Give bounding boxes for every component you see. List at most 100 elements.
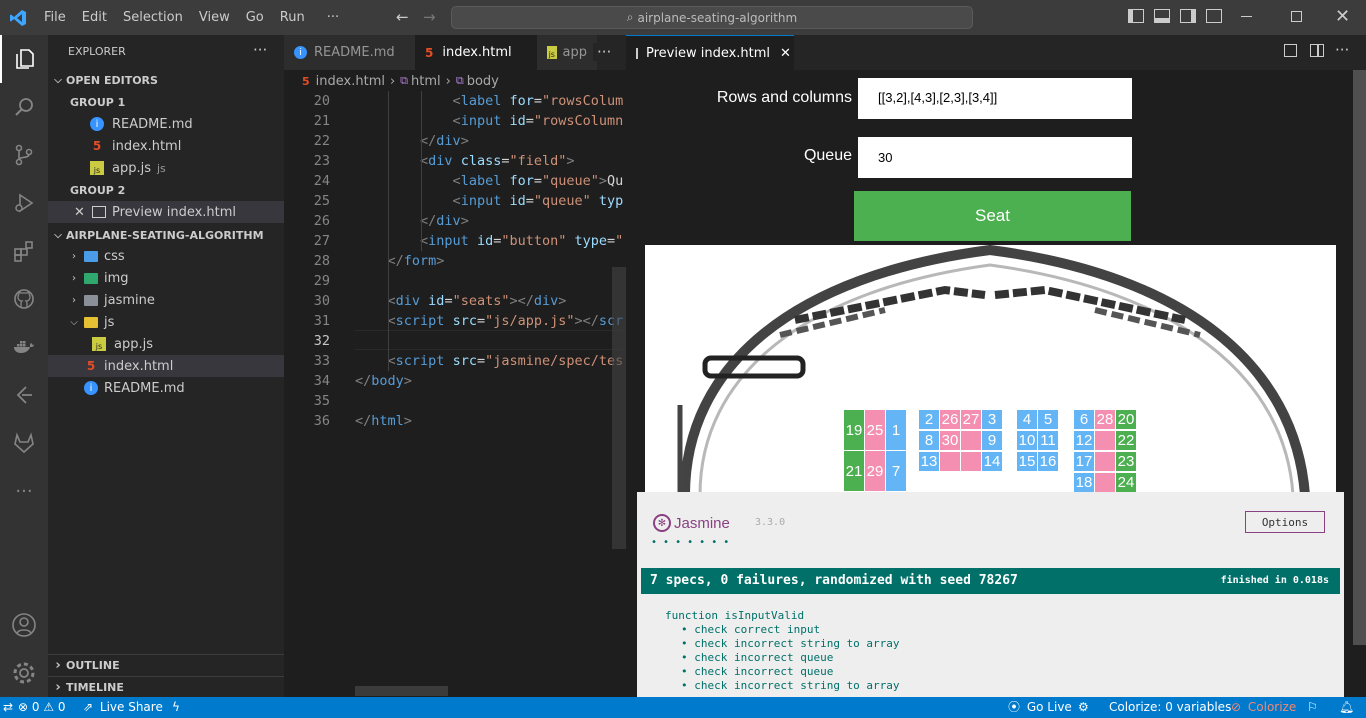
more-actions-icon[interactable]: ···	[1335, 41, 1349, 59]
tab-index-html[interactable]: 5 index.html	[415, 35, 537, 70]
vscode-logo-icon	[0, 0, 36, 35]
open-editor-readme[interactable]: i README.md	[48, 113, 284, 135]
close-window-icon[interactable]: ✕	[1335, 6, 1350, 27]
html5-icon: 5	[425, 45, 434, 60]
horizontal-scrollbar[interactable]	[355, 686, 448, 696]
tree-folder-img[interactable]: › img	[48, 267, 284, 289]
remote-indicator[interactable]: ⇄	[0, 697, 14, 718]
more-icon[interactable]: ···	[0, 467, 48, 515]
code-area[interactable]: 20 <label for="rowsColum 21 <input id="ro…	[284, 91, 626, 697]
tree-folder-js[interactable]: ⌵ js	[48, 311, 284, 333]
explorer-more-icon[interactable]: ···	[253, 41, 267, 59]
spec-item[interactable]: • check incorrect queue	[681, 651, 833, 664]
code-text: </div>	[420, 213, 469, 229]
spec-item[interactable]: • check incorrect string to array	[681, 637, 900, 650]
group1-header: GROUP 1	[70, 95, 126, 109]
options-button[interactable]: Options	[1245, 511, 1325, 533]
menu-view[interactable]: View	[191, 0, 238, 35]
close-icon[interactable]: ✕	[74, 205, 88, 220]
line-number: 34	[313, 373, 330, 389]
minimize-icon[interactable]	[1241, 16, 1252, 17]
vertical-scrollbar[interactable]	[612, 267, 626, 549]
colorize-variables[interactable]: Colorize: 0 variables	[1109, 697, 1231, 718]
breadcrumb-file[interactable]: index.html	[316, 74, 385, 89]
line-number: 35	[313, 393, 330, 409]
accounts-icon[interactable]	[0, 601, 48, 649]
extension-icon[interactable]: ⚙	[1078, 697, 1089, 718]
restore-icon[interactable]	[1291, 11, 1302, 22]
tab-appjs[interactable]: js app	[537, 35, 597, 70]
live-share-status[interactable]: ⇗ Live Share	[83, 697, 163, 718]
menu-file[interactable]: File	[36, 0, 74, 35]
open-editor-preview[interactable]: ✕ Preview index.html	[48, 201, 284, 223]
close-icon[interactable]: ✕	[780, 46, 791, 61]
breadcrumb-body[interactable]: body	[467, 74, 499, 89]
timeline-header[interactable]: › TIMELINE	[48, 676, 284, 698]
colorize-toggle[interactable]: ⊘ Colorize	[1231, 697, 1296, 718]
outline-header[interactable]: › OUTLINE	[48, 654, 284, 676]
remote-icon: ⇄	[3, 700, 14, 714]
menu-more[interactable]: ···	[313, 0, 347, 35]
suite-name[interactable]: function isInputValid	[665, 609, 804, 622]
explorer-icon[interactable]	[0, 35, 48, 83]
forward-arrow-icon[interactable]: →	[423, 8, 436, 26]
live-share-icon[interactable]	[0, 371, 48, 419]
preview-scrollbar[interactable]	[1353, 70, 1366, 645]
seat-cell	[1095, 473, 1115, 492]
menu-bar: File Edit Selection View Go Run ···	[36, 0, 347, 35]
tree-folder-jasmine[interactable]: › jasmine	[48, 289, 284, 311]
tree-file-readme[interactable]: i README.md	[48, 377, 284, 399]
go-live-status[interactable]: ⦿ Go Live	[1008, 697, 1072, 718]
toggle-panel-icon[interactable]	[1154, 9, 1170, 23]
tree-file-appjs[interactable]: js app.js	[48, 333, 284, 355]
spec-item[interactable]: • check incorrect queue	[681, 665, 833, 678]
open-editor-index[interactable]: 5 index.html	[48, 135, 284, 157]
project-header[interactable]: ⌵ AIRPLANE-SEATING-ALGORITHM	[48, 224, 284, 246]
spec-item[interactable]: • check incorrect string to array	[681, 679, 900, 692]
docker-icon[interactable]	[0, 323, 48, 371]
jasmine-version: 3.3.0	[755, 517, 786, 528]
seat-button[interactable]: Seat	[854, 191, 1131, 241]
seat-cell: 16	[1038, 452, 1058, 471]
problems-indicator[interactable]: ⊗ 0 ⚠ 0	[18, 697, 66, 718]
menu-run[interactable]: Run	[272, 0, 313, 35]
rows-input[interactable]: [[3,2],[4,3],[2,3],[3,4]]	[858, 78, 1132, 119]
chevron-right-icon: ›	[445, 73, 451, 89]
github-icon[interactable]	[0, 275, 48, 323]
tree-file-index[interactable]: 5 index.html	[48, 355, 284, 377]
spec-item[interactable]: • check correct input	[681, 623, 820, 636]
lightning-icon[interactable]: ϟ	[172, 697, 180, 718]
notifications-bell-icon[interactable]: 🔔︎	[1339, 697, 1354, 718]
settings-gear-icon[interactable]	[0, 649, 48, 697]
menu-go[interactable]: Go	[238, 0, 272, 35]
toggle-sidebar-icon[interactable]	[1128, 9, 1144, 23]
code-text: <input id="rowsColumn	[452, 113, 624, 129]
tab-preview[interactable]: Preview index.html ✕	[626, 35, 794, 70]
toggle-secondary-sidebar-icon[interactable]	[1180, 9, 1196, 23]
line-number: 30	[313, 293, 330, 309]
breadcrumb-html[interactable]: html	[411, 74, 441, 89]
gitlab-icon[interactable]	[0, 419, 48, 467]
search-icon[interactable]	[0, 83, 48, 131]
search-text: airplane-seating-algorithm	[637, 10, 798, 25]
seat-cell: 3	[982, 410, 1002, 429]
menu-selection[interactable]: Selection	[115, 0, 191, 35]
feedback-icon[interactable]: ⚐	[1307, 697, 1318, 718]
editor-more-icon[interactable]: ···	[593, 43, 612, 61]
open-editor-appjs[interactable]: js app.js js	[48, 157, 284, 179]
run-debug-icon[interactable]	[0, 179, 48, 227]
command-center-search[interactable]: ⌕ airplane-seating-algorithm	[451, 6, 973, 29]
tab-readme[interactable]: i README.md	[284, 35, 415, 70]
preview-panel: Preview index.html ✕ ··· Rows and column…	[626, 35, 1366, 697]
menu-edit[interactable]: Edit	[74, 0, 115, 35]
code-text: <script src="js/app.js"></scr	[387, 313, 624, 329]
source-control-icon[interactable]	[0, 131, 48, 179]
open-changes-icon[interactable]	[1284, 44, 1297, 57]
extensions-icon[interactable]	[0, 227, 48, 275]
open-editors-header[interactable]: ⌵ OPEN EDITORS	[48, 69, 284, 91]
customize-layout-icon[interactable]	[1206, 9, 1222, 23]
back-arrow-icon[interactable]: ←	[396, 8, 409, 26]
seat-cell: 26	[940, 410, 960, 429]
queue-input[interactable]: 30	[858, 137, 1132, 178]
tree-folder-css[interactable]: › css	[48, 245, 284, 267]
